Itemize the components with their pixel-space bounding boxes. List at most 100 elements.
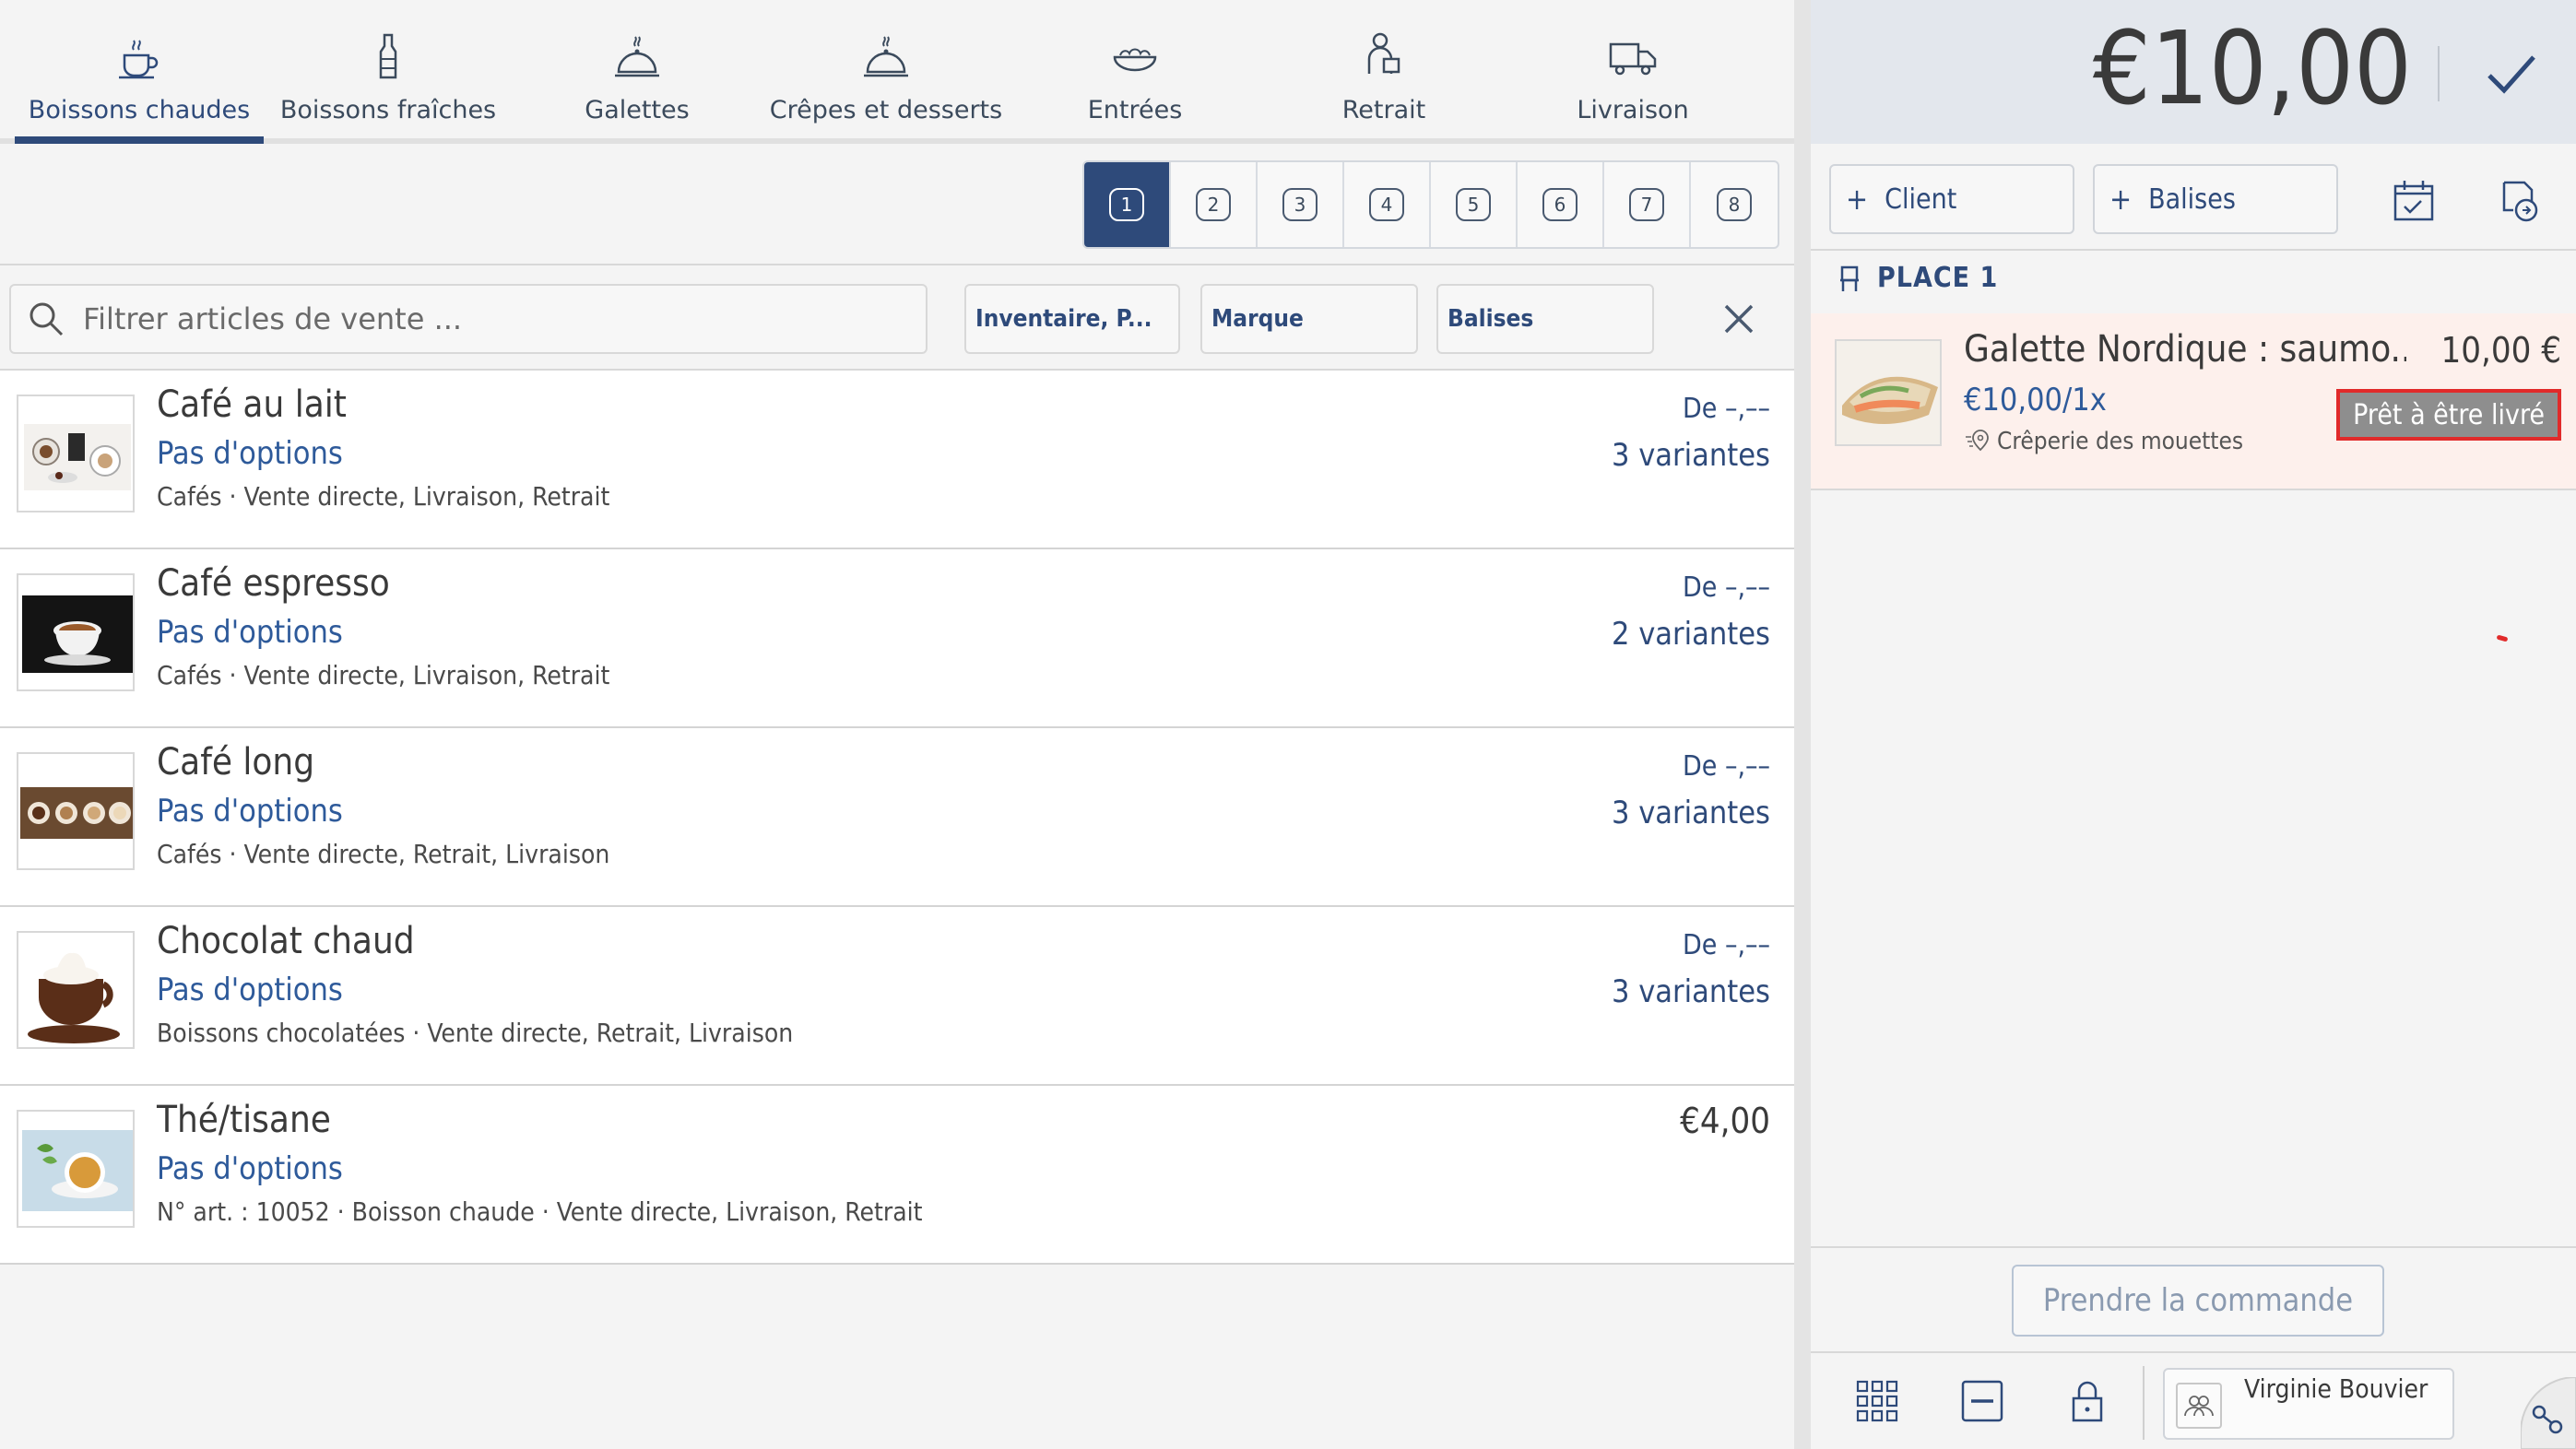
item-price: €4,00	[1680, 1101, 1770, 1141]
tab-label: Retrait	[1341, 96, 1426, 124]
take-order-button[interactable]: Prendre la commande	[2012, 1265, 2384, 1337]
order-line-unit-price: €10,00/1x	[1964, 382, 2107, 418]
page-number: 1	[1109, 188, 1144, 221]
user-name: Virginie Bouvier	[2244, 1373, 2428, 1404]
divider	[1811, 249, 2576, 251]
calendar-check-icon	[2393, 181, 2434, 221]
item-variants: 2 variantes	[1612, 616, 1770, 653]
page-number: 6	[1542, 188, 1578, 221]
tab-boissons-chaudes[interactable]: Boissons chaudes	[15, 0, 264, 144]
confirm-check-icon[interactable]	[2475, 37, 2548, 111]
divider	[1811, 1246, 2576, 1248]
tab-retrait[interactable]: Retrait	[1259, 0, 1508, 144]
cafe-au-lait-image	[18, 396, 133, 511]
divider	[1811, 489, 2576, 490]
galette-nordique-image	[1837, 341, 1940, 444]
order-line-image	[1835, 339, 1942, 446]
pickup-icon	[1367, 32, 1400, 74]
order-line-price: 10,00 €	[2440, 330, 2561, 371]
brand-filter[interactable]: Marque	[1200, 284, 1418, 354]
order-line-name: Galette Nordique : saumo...	[1964, 328, 2406, 371]
tab-entrees[interactable]: Entrées	[1010, 0, 1259, 144]
plus-icon: +	[1846, 182, 1869, 217]
page-number: 2	[1196, 188, 1231, 221]
tab-label: Boissons fraîches	[279, 96, 497, 124]
divider	[0, 264, 1794, 265]
page-number: 4	[1369, 188, 1404, 221]
delivery-truck-icon	[1609, 42, 1657, 76]
tab-label: Livraison	[1577, 96, 1689, 124]
minus-button[interactable]	[1953, 1372, 2012, 1431]
page-button-2[interactable]: 2	[1171, 162, 1258, 247]
filter-label: Balises	[1448, 305, 1534, 333]
item-options: Pas d'options	[157, 972, 343, 1008]
filter-label: Inventaire, P...	[975, 305, 1152, 333]
item-price: De –,––	[1682, 393, 1770, 425]
item-name: Thé/tisane	[157, 1099, 331, 1141]
total-bar: €10,00	[1811, 0, 2576, 144]
tab-galettes[interactable]: Galettes	[513, 0, 762, 144]
order-line[interactable]: Galette Nordique : saumo... 10,00 € €10,…	[1811, 313, 2576, 489]
page-button-8[interactable]: 8	[1691, 162, 1778, 247]
inventory-filter[interactable]: Inventaire, P...	[964, 284, 1180, 354]
item-price: De –,––	[1682, 750, 1770, 783]
button-label: Balises	[2148, 183, 2236, 216]
page-button-7[interactable]: 7	[1604, 162, 1691, 247]
user-button[interactable]: Virginie Bouvier	[2163, 1368, 2454, 1440]
tab-livraison[interactable]: Livraison	[1508, 0, 1757, 144]
clear-filters-button[interactable]	[1711, 291, 1767, 347]
page-button-4[interactable]: 4	[1344, 162, 1431, 247]
item-price: De –,––	[1682, 929, 1770, 961]
item-meta: Cafés · Vente directe, Livraison, Retrai…	[157, 481, 610, 512]
page-button-3[interactable]: 3	[1258, 162, 1344, 247]
tab-boissons-fraiches[interactable]: Boissons fraîches	[264, 0, 513, 144]
item-meta: Cafés · Vente directe, Livraison, Retrai…	[157, 660, 610, 690]
schedule-button[interactable]	[2379, 166, 2449, 236]
page-number: 3	[1282, 188, 1318, 221]
shop-name: Crêperie des mouettes	[1997, 428, 2244, 455]
salad-bowl-icon	[1113, 48, 1157, 72]
page-button-1[interactable]: 1	[1084, 162, 1171, 247]
tab-label: Entrées	[1087, 96, 1183, 124]
list-item[interactable]: Café long Pas d'options Cafés · Vente di…	[0, 728, 1794, 907]
add-client-button[interactable]: + Client	[1829, 164, 2074, 234]
panel-divider	[1794, 0, 1811, 1449]
order-total: €10,00	[2092, 9, 2412, 127]
plus-icon: +	[2109, 182, 2133, 217]
item-price: De –,––	[1682, 571, 1770, 604]
page-selector: 1 2 3 4 5 6 7 8	[1082, 160, 1779, 249]
list-item[interactable]: Café espresso Pas d'options Cafés · Vent…	[0, 549, 1794, 728]
minus-box-icon	[1961, 1380, 2003, 1422]
list-item[interactable]: Chocolat chaud Pas d'options Boissons ch…	[0, 907, 1794, 1086]
tab-crepes-desserts[interactable]: Crêpes et desserts	[762, 0, 1010, 144]
button-label: Client	[1885, 183, 1957, 216]
item-name: Chocolat chaud	[157, 920, 415, 962]
lock-button[interactable]	[2058, 1372, 2117, 1431]
page-number: 8	[1717, 188, 1752, 221]
status-badge[interactable]: Prêt à être livré	[2336, 389, 2561, 441]
grid-view-button[interactable]	[1848, 1372, 1907, 1431]
add-tags-button[interactable]: + Balises	[2093, 164, 2338, 234]
place-name: PLACE 1	[1877, 262, 1999, 294]
product-image	[17, 573, 135, 691]
page-button-5[interactable]: 5	[1431, 162, 1518, 247]
page-button-6[interactable]: 6	[1518, 162, 1604, 247]
connection-icon	[2520, 1375, 2576, 1449]
cafe-espresso-image	[18, 575, 133, 689]
corner-menu-button[interactable]	[2520, 1375, 2576, 1449]
place-label: PLACE 1	[1837, 262, 1998, 294]
transfer-button[interactable]	[2484, 166, 2554, 236]
item-options: Pas d'options	[157, 614, 343, 651]
item-options: Pas d'options	[157, 435, 343, 472]
tab-label: Galettes	[585, 96, 690, 124]
divider	[2438, 46, 2440, 101]
order-panel: €10,00 + Client + Balises PLACE 1 Galett…	[1811, 0, 2576, 1449]
list-item[interactable]: Café au lait Pas d'options Cafés · Vente…	[0, 371, 1794, 549]
list-item[interactable]: Thé/tisane Pas d'options N° art. : 10052…	[0, 1086, 1794, 1265]
product-image	[17, 395, 135, 512]
search-input[interactable]	[83, 301, 913, 336]
hot-drink-icon	[119, 40, 159, 79]
the-tisane-image	[18, 1112, 133, 1226]
item-variants: 3 variantes	[1612, 973, 1770, 1010]
tags-filter[interactable]: Balises	[1436, 284, 1654, 354]
